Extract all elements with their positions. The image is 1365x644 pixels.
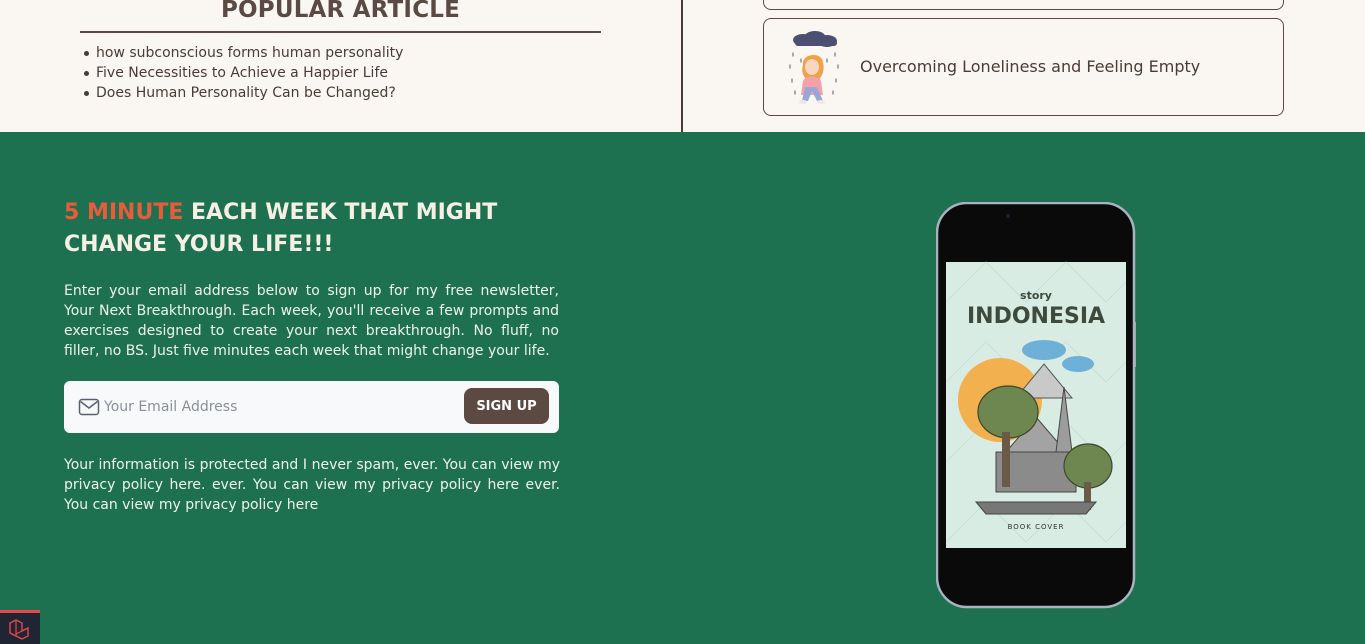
mail-icon [78,398,100,416]
sad-girl-rain-cloud-icon [789,31,839,104]
cover-big-title: INDONESIA [967,304,1105,329]
popular-article-item[interactable]: how subconscious forms human personality [84,43,403,63]
privacy-notice: Your information is protected and I neve… [64,457,560,513]
article-card[interactable]: Overcoming Loneliness and Feeling Empty [763,18,1284,116]
popular-title-underline [80,31,601,33]
popular-article-link[interactable]: how subconscious forms human personality [96,43,403,63]
popular-article-title: POPULAR ARTICLE [220,0,461,23]
newsletter-description: Enter your email address below to sign u… [64,283,559,359]
popular-article-list: how subconscious forms human personality… [84,43,403,103]
newsletter-form: SIGN UP [64,381,559,433]
newsletter-headline: 5 MINUTE EACH WEEK THAT MIGHT CHANGE YOU… [64,197,544,261]
sign-up-button[interactable]: SIGN UP [464,388,549,424]
cover-small-title: story [1020,289,1052,302]
bullet-icon [84,50,89,56]
phone-mockup: story INDONESIA BOOK COVER [936,202,1136,609]
column-divider [681,0,683,132]
bullet-icon [84,70,89,76]
popular-article-item[interactable]: Five Necessities to Achieve a Happier Li… [84,63,403,83]
popular-article-link[interactable]: Five Necessities to Achieve a Happier Li… [96,63,388,83]
popular-article-item[interactable]: Does Human Personality Can be Changed? [84,83,403,103]
email-input[interactable] [104,395,454,419]
headline-accent: 5 MINUTE [64,200,184,225]
cover-footer: BOOK COVER [1008,523,1065,531]
article-card-title[interactable]: Overcoming Loneliness and Feeling Empty [860,57,1200,76]
bullet-icon [84,90,89,96]
top-section: POPULAR ARTICLE how subconscious forms h… [0,0,1365,132]
debug-toolbar-icon[interactable] [0,610,40,644]
book-cover: story INDONESIA BOOK COVER [945,261,1127,548]
popular-article-link[interactable]: Does Human Personality Can be Changed? [96,83,396,103]
article-card-previous[interactable] [763,0,1284,10]
